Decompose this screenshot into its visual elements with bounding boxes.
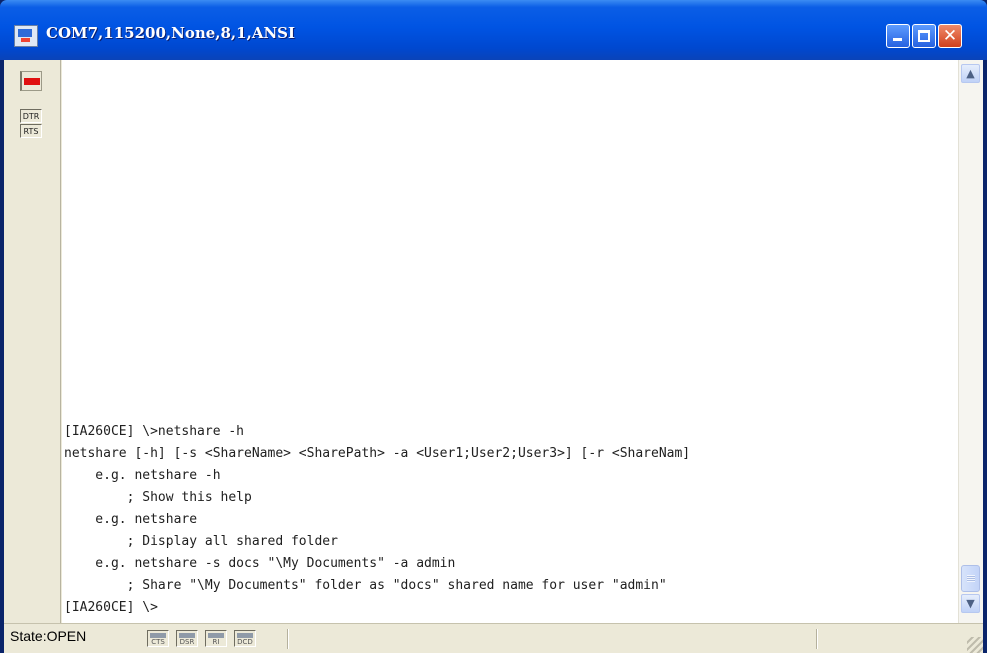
close-button[interactable]: ✕	[938, 24, 962, 48]
scroll-up-button[interactable]: ▲	[961, 64, 980, 83]
status-bar: State:OPEN CTS DSR RI DCD	[4, 623, 983, 653]
terminal-line: e.g. netshare -h	[64, 468, 221, 483]
chevron-up-icon: ▲	[966, 67, 975, 80]
status-divider	[816, 629, 818, 649]
scroll-down-button[interactable]: ▼	[961, 594, 980, 613]
terminal-lines: [IA260CE] \>netshare -h netshare [-h] [-…	[64, 421, 690, 619]
chevron-down-icon: ▼	[966, 597, 975, 610]
app-icon[interactable]	[14, 25, 38, 47]
cts-indicator: CTS	[147, 630, 169, 647]
terminal-line: e.g. netshare -s docs "\My Documents" -a…	[64, 556, 456, 571]
close-icon: ✕	[942, 26, 958, 46]
rts-toggle[interactable]: RTS	[20, 124, 42, 138]
dcd-label: DCD	[237, 638, 253, 646]
dtr-toggle[interactable]: DTR	[20, 109, 42, 123]
dsr-indicator: DSR	[176, 630, 198, 647]
terminal-prompt: [IA260CE] \>	[64, 600, 158, 615]
dcd-indicator: DCD	[234, 630, 256, 647]
client-area: DTR RTS [IA260CE] \>netshare -h netshare…	[4, 60, 983, 623]
dsr-label: DSR	[179, 638, 195, 646]
status-divider	[287, 629, 289, 649]
thumb-grip-icon	[967, 575, 975, 582]
minimize-button[interactable]	[886, 24, 910, 48]
terminal-line: e.g. netshare	[64, 512, 198, 527]
signal-panel: DTR RTS	[4, 60, 61, 623]
title-bar[interactable]: COM7,115200,None,8,1,ANSI ✕	[0, 0, 987, 60]
vertical-scrollbar[interactable]: ▲ ▼	[958, 60, 983, 623]
terminal-window: COM7,115200,None,8,1,ANSI ✕ DTR RTS [IA2…	[0, 0, 987, 653]
terminal-line: [IA260CE] \>netshare -h	[64, 424, 245, 439]
ri-label: RI	[212, 638, 220, 646]
led-fill	[24, 78, 40, 85]
connection-state: State:OPEN	[10, 628, 87, 644]
terminal-line: ; Show this help	[64, 490, 252, 505]
maximize-button[interactable]	[912, 24, 936, 48]
terminal-output[interactable]: [IA260CE] \>netshare -h netshare [-h] [-…	[62, 60, 958, 623]
maximize-icon	[918, 30, 930, 42]
terminal-line: netshare [-h] [-s <ShareName> <SharePath…	[64, 446, 691, 461]
scroll-thumb[interactable]	[961, 565, 980, 592]
window-title: COM7,115200,None,8,1,ANSI	[46, 24, 296, 42]
minimize-icon	[893, 38, 902, 41]
connection-led-icon	[20, 71, 42, 91]
ri-indicator: RI	[205, 630, 227, 647]
terminal-line: ; Display all shared folder	[64, 534, 338, 549]
resize-grip-icon[interactable]	[967, 637, 983, 653]
cts-label: CTS	[151, 638, 165, 646]
terminal-line: ; Share "\My Documents" folder as "docs"…	[64, 578, 667, 593]
